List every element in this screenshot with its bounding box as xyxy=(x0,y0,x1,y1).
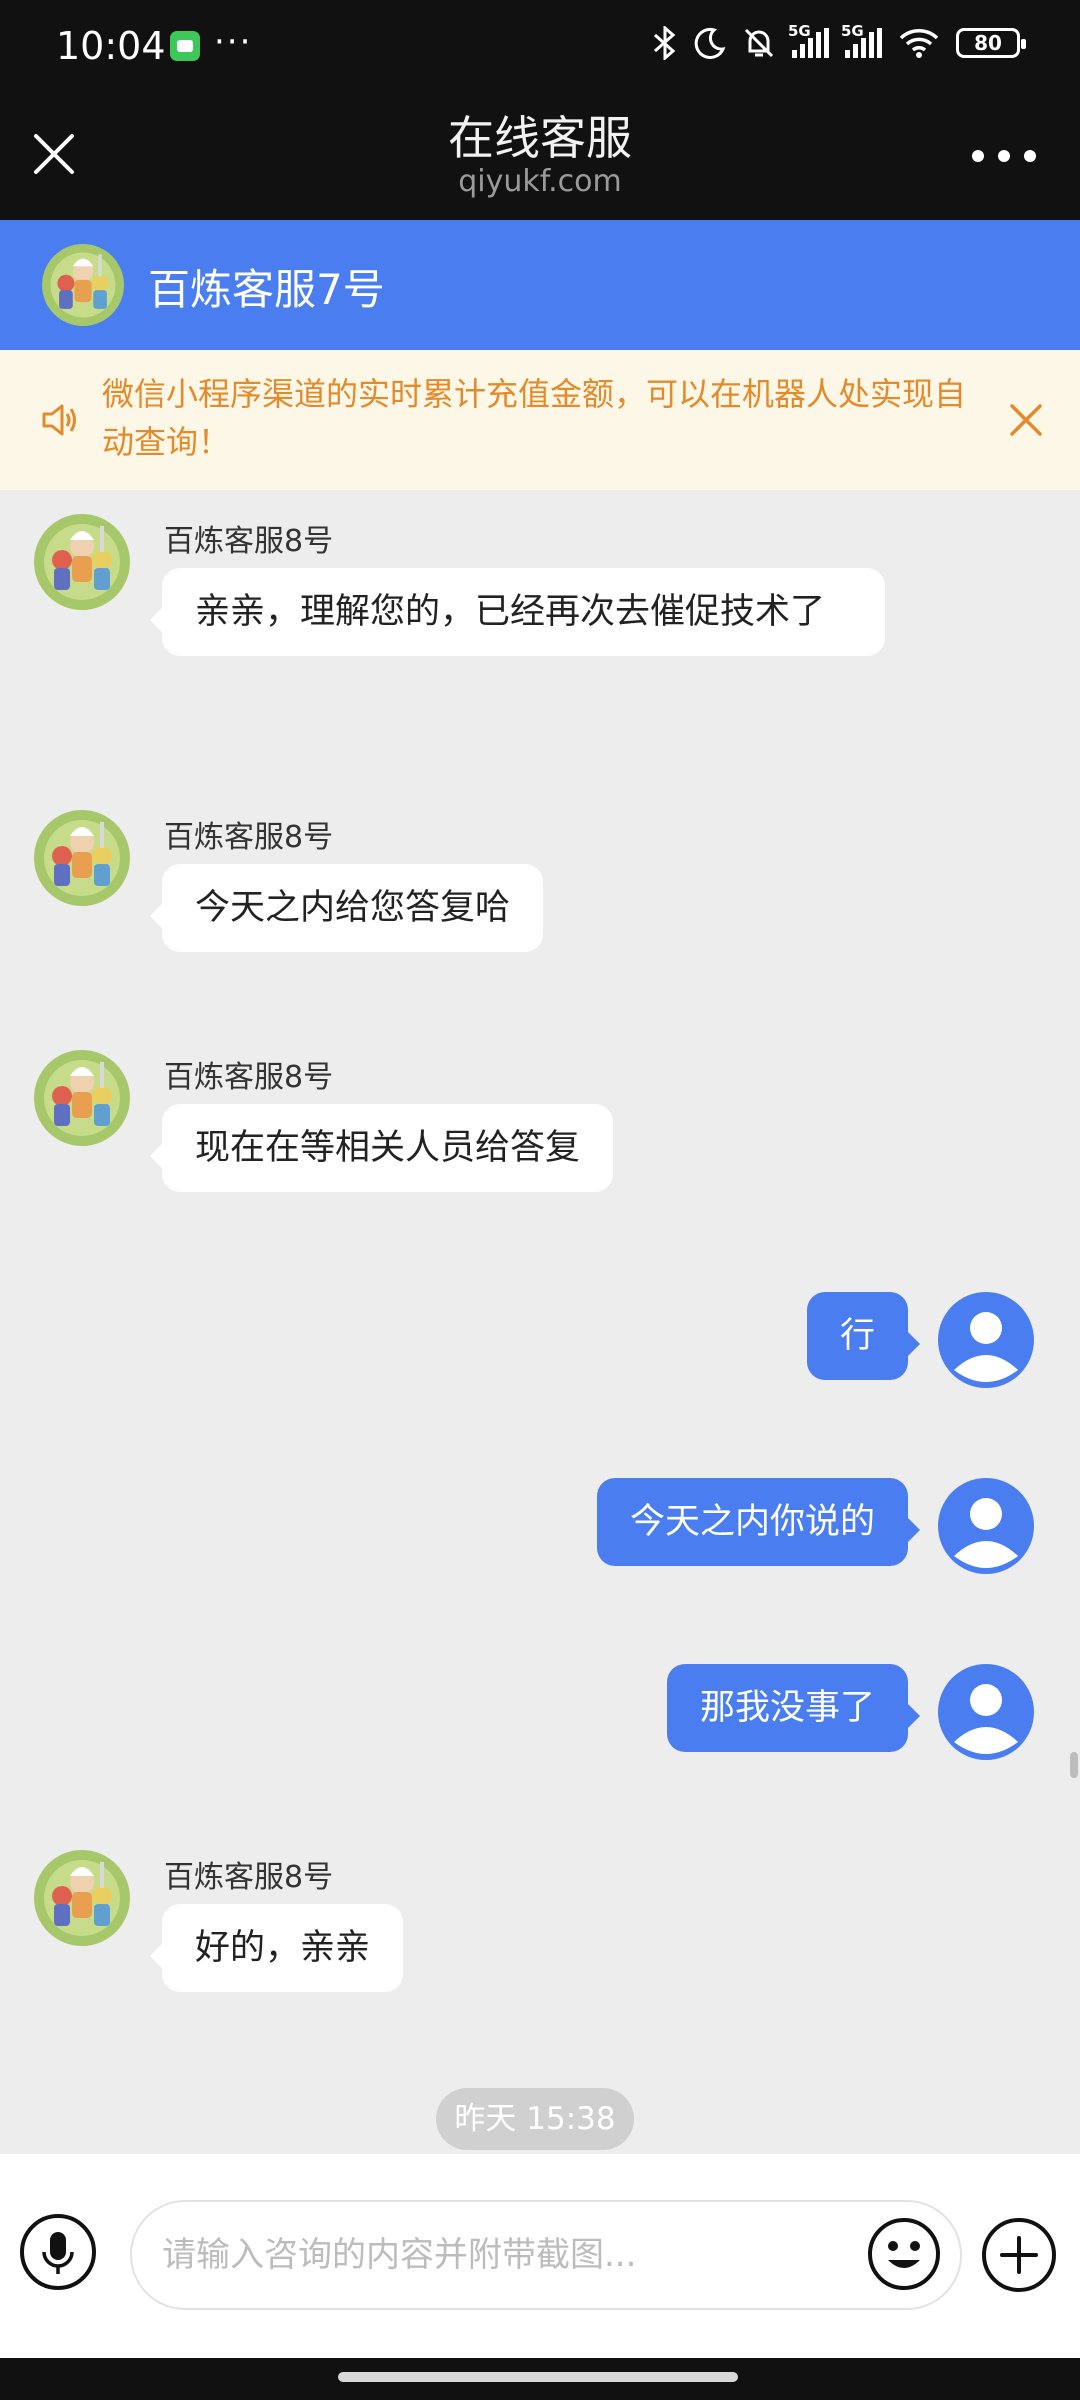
user-avatar xyxy=(938,1664,1034,1760)
status-more-notifications: ··· xyxy=(214,22,253,62)
page-subtitle: qiyukf.com xyxy=(458,164,622,199)
battery-indicator: 80 xyxy=(956,28,1026,58)
network-type-1: 5G xyxy=(788,22,811,40)
message-bubble-incoming: 好的，亲亲 xyxy=(149,1904,404,1992)
message-bubble-outgoing: 行 xyxy=(806,1292,921,1380)
user-avatar xyxy=(938,1478,1034,1574)
mute-bell-icon xyxy=(744,28,774,58)
message-bubble-incoming: 现在在等相关人员给答复 xyxy=(149,1104,614,1192)
notice-banner: 微信小程序渠道的实时累计充值金额，可以在机器人处实现自动查询！ xyxy=(0,350,1080,490)
message-bubble-incoming: 今天之内给您答复哈 xyxy=(149,864,544,952)
agent-avatar xyxy=(34,810,130,906)
message-bubble-outgoing: 今天之内你说的 xyxy=(596,1478,921,1566)
notice-text: 微信小程序渠道的实时累计充值金额，可以在机器人处实现自动查询！ xyxy=(102,375,967,461)
message-sender: 百炼客服8号 xyxy=(164,524,334,559)
home-gesture-handle[interactable] xyxy=(338,2372,738,2382)
message-sender: 百炼客服8号 xyxy=(164,1860,334,1895)
message-input[interactable] xyxy=(130,2200,962,2310)
page-title: 在线客服 xyxy=(448,111,632,165)
user-avatar xyxy=(938,1292,1034,1388)
plus-icon[interactable] xyxy=(980,2216,1058,2294)
app-notification-icon xyxy=(170,31,200,61)
chat-timestamp: 昨天 15:38 xyxy=(436,2088,634,2150)
status-bar: 10:04 ··· 5G 5G 80 xyxy=(0,0,1080,92)
notice-close-icon[interactable] xyxy=(1008,402,1044,438)
agent-avatar xyxy=(34,514,130,610)
agent-name: 百炼客服7号 xyxy=(148,265,385,314)
signal-icon-2: 5G xyxy=(841,22,882,58)
status-time: 10:04 xyxy=(56,24,166,68)
network-type-2: 5G xyxy=(841,22,864,40)
scrollbar[interactable] xyxy=(1070,1752,1078,1778)
emoji-icon[interactable] xyxy=(866,2216,942,2292)
message-sender: 百炼客服8号 xyxy=(164,1060,334,1095)
agent-header: 百炼客服7号 xyxy=(0,220,1080,350)
speaker-icon xyxy=(42,404,76,436)
chat-area[interactable]: 百炼客服8号 亲亲，理解您的，已经再次去催促技术了 百炼客服8号 今天之内给您答… xyxy=(0,490,1080,2154)
microphone-icon xyxy=(42,2232,74,2274)
message-bubble-outgoing: 那我没事了 xyxy=(666,1664,921,1752)
moon-icon xyxy=(694,27,726,59)
agent-avatar xyxy=(34,1050,130,1146)
agent-avatar xyxy=(42,244,124,326)
message-sender: 百炼客服8号 xyxy=(164,820,334,855)
message-bubble-incoming: 亲亲，理解您的，已经再次去催促技术了 xyxy=(150,568,885,656)
bluetooth-icon xyxy=(654,26,676,60)
more-menu-icon[interactable] xyxy=(972,144,1036,168)
wifi-icon xyxy=(899,29,939,58)
input-bar xyxy=(0,2154,1080,2358)
system-nav-bar xyxy=(0,2358,1080,2400)
agent-avatar xyxy=(34,1850,130,1946)
title-bar: 在线客服 qiyukf.com xyxy=(0,92,1080,220)
signal-icon: 5G xyxy=(788,22,829,58)
voice-input-button[interactable] xyxy=(20,2214,96,2290)
